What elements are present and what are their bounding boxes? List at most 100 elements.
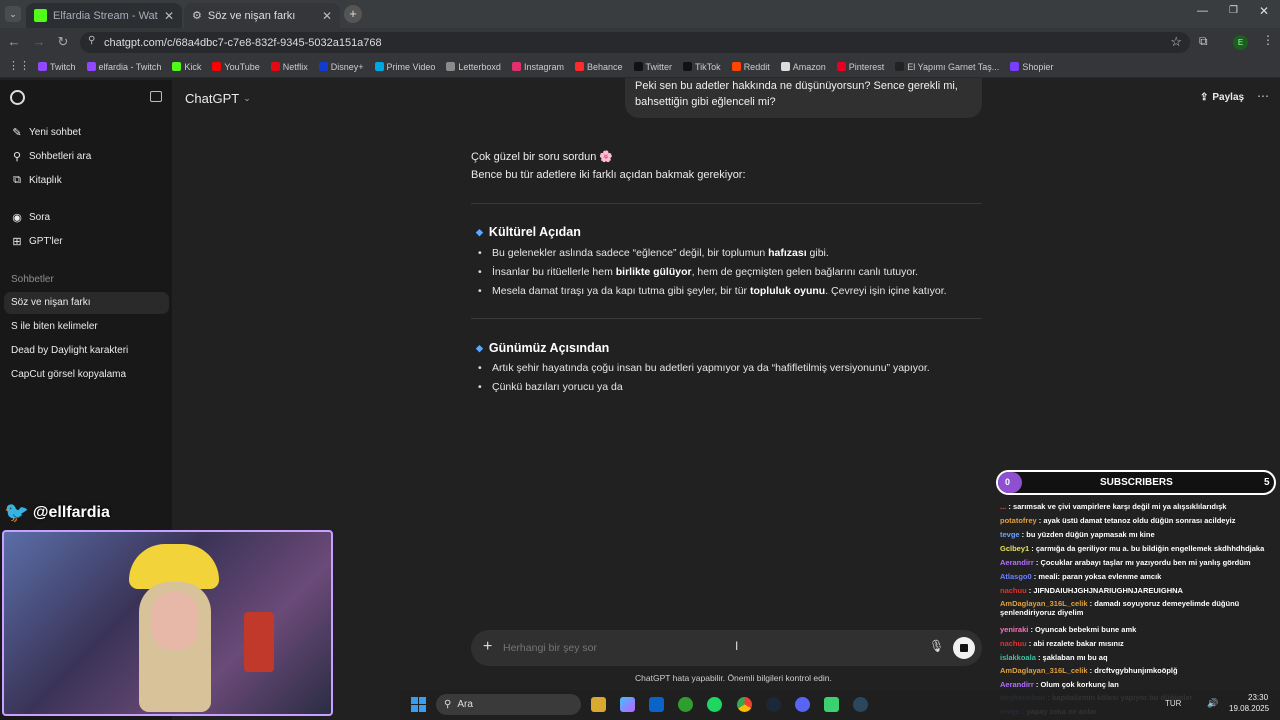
sora-icon: ◉ <box>12 212 22 224</box>
clock-time[interactable]: 23:30 <box>1248 693 1268 702</box>
site-info-icon[interactable]: ⚲ <box>88 35 95 46</box>
chat-item[interactable]: S ile biten kelimeler <box>11 321 98 332</box>
search-icon: ⚲ <box>12 151 22 163</box>
browser-menu-icon[interactable]: ⋮ <box>1262 33 1274 47</box>
bookmark-favicon-icon <box>633 62 643 71</box>
xbox-icon[interactable] <box>678 697 693 712</box>
chat-text: drcftvgybhunjımkoöplğ <box>1094 666 1178 675</box>
divider <box>471 203 982 204</box>
tab-close-icon[interactable]: ✕ <box>322 9 332 23</box>
forward-arrow-icon[interactable]: → <box>31 34 47 49</box>
chat-text: şaklaban mı bu aq <box>1042 653 1108 662</box>
language-indicator[interactable]: TUR <box>1165 699 1181 708</box>
share-button[interactable]: ⇪ Paylaş <box>1200 92 1244 103</box>
bookmark-item[interactable]: Twitter <box>633 62 672 72</box>
bookmark-item[interactable]: TikTok <box>683 62 721 72</box>
bookmark-item[interactable]: Reddit <box>731 62 770 72</box>
list-text: Mesela damat tıraşı ya da kapı tutma gib… <box>492 285 750 297</box>
restore-window-icon[interactable]: ❐ <box>1229 5 1238 16</box>
share-icon: ⇪ <box>1200 92 1209 103</box>
tab-elfardia-stream[interactable]: Elfardia Stream - Watch Live or ✕ <box>26 3 182 28</box>
bookmark-favicon-icon <box>374 62 384 71</box>
add-attachment-icon[interactable]: + <box>483 638 492 656</box>
extensions-icon[interactable]: ⧉ <box>1199 34 1208 49</box>
close-sidebar-icon[interactable] <box>150 91 162 102</box>
bookmark-item[interactable]: elfardia - Twitch <box>86 61 162 72</box>
list-text: İnsanlar bu ritüellerle hem <box>492 266 616 278</box>
microphone-icon[interactable]: 🎙 <box>929 639 944 653</box>
chat-message: yeniraki : Oyuncak bebekmi bune amk <box>1000 625 1136 634</box>
apps-grid-icon[interactable]: ⋮⋮ <box>8 59 30 72</box>
search-chats-button[interactable]: ⚲ Sohbetleri ara <box>11 150 91 163</box>
chat-username: Gclbey1 <box>1000 544 1030 553</box>
chat-message: Aerandirr : Çocuklar arabayı taşlar mı y… <box>1000 558 1251 567</box>
bookmark-item[interactable]: Shopier <box>1010 62 1053 72</box>
bookmark-item[interactable]: Prime Video <box>374 62 435 72</box>
chat-message: Gclbey1 : çarmığa da geriliyor mu a. bu … <box>1000 544 1264 553</box>
discord-icon[interactable] <box>795 697 810 712</box>
more-options-icon[interactable]: ⋯ <box>1257 89 1269 103</box>
chat-item[interactable]: Dead by Daylight karakteri <box>11 345 128 356</box>
message-composer: + 🎙 <box>471 630 982 666</box>
chat-username: nachuu <box>1000 586 1027 595</box>
bookmark-favicon-icon <box>895 62 905 71</box>
user-message-bubble: Peki sen bu adetler hakkında ne düşünüyo… <box>625 78 982 118</box>
close-window-icon[interactable]: ✕ <box>1259 4 1269 18</box>
tab-soz-ve-nisan[interactable]: ⚙ Söz ve nişan farkı ✕ <box>184 3 340 28</box>
bookmark-item[interactable]: El Yapımı Garnet Taş... <box>895 62 999 72</box>
taskbar-search[interactable]: ⚲ Ara <box>436 694 581 715</box>
reload-icon[interactable]: ↻ <box>55 34 71 50</box>
steam-2-icon[interactable] <box>853 697 868 712</box>
bookmark-item[interactable]: Pinterest <box>836 62 884 72</box>
sora-button[interactable]: ◉ Sora <box>11 211 50 224</box>
gpts-button[interactable]: ⊞ GPT'ler <box>11 235 62 248</box>
chat-username: Atlasgo0 <box>1000 572 1032 581</box>
steam-icon[interactable] <box>766 697 781 712</box>
subs-label: SUBSCRIBERS <box>1100 477 1173 488</box>
bookmark-item[interactable]: Kick <box>172 62 201 72</box>
stop-generation-button[interactable] <box>953 637 975 659</box>
new-tab-button[interactable]: + <box>344 5 362 23</box>
bookmark-item[interactable]: Instagram <box>511 62 564 72</box>
chrome-icon[interactable] <box>737 697 752 712</box>
clock-date[interactable]: 19.08.2025 <box>1229 704 1269 713</box>
outlook-icon[interactable] <box>649 697 664 712</box>
bookmark-favicon-icon <box>780 62 790 71</box>
minimize-window-icon[interactable]: — <box>1197 5 1208 17</box>
bookmark-item[interactable]: Netflix <box>270 62 308 72</box>
file-explorer-icon[interactable] <box>591 697 606 712</box>
speaker-icon[interactable]: 🔊 <box>1207 698 1218 709</box>
webcam-overlay <box>2 530 333 716</box>
profile-avatar[interactable]: E <box>1233 35 1248 50</box>
bookmark-item[interactable]: YouTube <box>212 62 260 72</box>
bookmark-item[interactable]: Letterboxd <box>446 62 501 72</box>
bookmark-item[interactable]: Amazon <box>780 62 826 72</box>
chat-text: Olum çok korkunç lan <box>1040 680 1119 689</box>
bookmark-label: elfardia - Twitch <box>98 61 162 72</box>
model-selector[interactable]: ChatGPT ⌄ <box>185 91 251 106</box>
address-bar[interactable]: ⚲ chatgpt.com/c/68a4dbc7-c7e8-832f-9345-… <box>80 32 1190 53</box>
tab-search-button[interactable]: ⌄ <box>5 6 21 22</box>
bookmark-item[interactable]: Disney+ <box>318 62 364 72</box>
chat-item[interactable]: CapCut görsel kopyalama <box>11 369 126 380</box>
back-arrow-icon[interactable]: ← <box>6 34 22 49</box>
openai-logo-icon[interactable] <box>10 90 25 105</box>
list-item: Artık şehir hayatında çoğu insan bu adet… <box>478 362 930 374</box>
section-title: Kültürel Açıdan <box>488 225 581 239</box>
obs-icon[interactable] <box>824 697 839 712</box>
copilot-icon[interactable] <box>620 697 635 712</box>
bookmark-favicon-icon <box>836 62 846 71</box>
bookmark-item[interactable]: Behance <box>574 62 623 72</box>
new-chat-button[interactable]: ✎ Yeni sohbet <box>11 126 81 139</box>
library-label: Kitaplık <box>29 175 62 186</box>
library-button[interactable]: ⧉ Kitaplık <box>11 174 62 187</box>
tab-close-icon[interactable]: ✕ <box>164 9 174 23</box>
spotify-icon[interactable] <box>707 697 722 712</box>
windows-start-icon[interactable] <box>411 697 426 712</box>
section-heading-cultural: ◆ Kültürel Açıdan <box>476 225 581 239</box>
bookmark-item[interactable]: Twitch <box>38 62 76 72</box>
section-heading-today: ◆ Günümüz Açısından <box>476 341 609 355</box>
chat-item[interactable]: Söz ve nişan farkı <box>11 297 90 308</box>
message-input[interactable] <box>503 639 903 657</box>
bookmark-star-icon[interactable]: ☆ <box>1170 34 1182 50</box>
